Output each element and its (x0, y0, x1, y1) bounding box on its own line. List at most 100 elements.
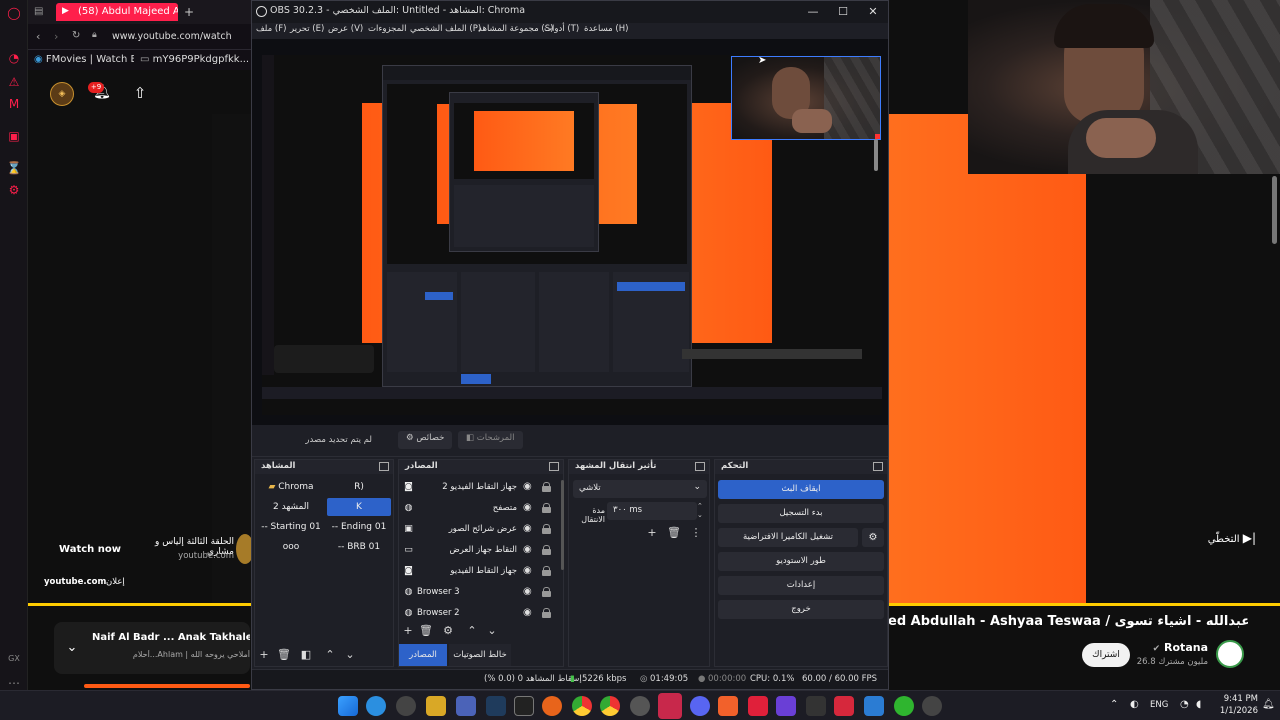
channel-avatar[interactable] (1216, 640, 1244, 668)
move-down-icon[interactable]: ⌄ (485, 624, 499, 638)
lock-icon[interactable] (542, 545, 551, 555)
file-explorer-icon[interactable] (426, 696, 446, 716)
scene-k[interactable]: K (327, 498, 391, 516)
forward-icon[interactable]: › (54, 30, 66, 44)
add-transition-icon[interactable]: + (645, 526, 659, 540)
lock-icon[interactable] (542, 503, 551, 513)
clock-time[interactable]: 9:41 PM (1212, 694, 1258, 706)
properties-button[interactable]: ⚙ خصائص (398, 431, 453, 449)
remove-source-icon[interactable]: 🗑︎ (419, 624, 433, 638)
add-source-icon[interactable]: + (401, 624, 415, 638)
start-recording-button[interactable]: بدء التسجيل (718, 504, 884, 523)
lock-icon[interactable] (542, 482, 551, 492)
scene-ending[interactable]: -- Ending 01 (327, 518, 391, 536)
obs-taskbar-icon[interactable] (396, 696, 416, 716)
source-item[interactable]: ▭ التقاط جهاز العرض ◉ (399, 540, 559, 561)
undock-icon[interactable] (549, 462, 559, 471)
eye-icon[interactable]: ◉ (523, 565, 535, 577)
eye-icon[interactable]: ◉ (523, 586, 535, 598)
xbox-icon[interactable] (894, 696, 914, 716)
settings-icon[interactable]: ⚙ (6, 182, 22, 198)
scene-chroma[interactable]: ▰ Chroma (259, 478, 323, 496)
new-tab-button[interactable]: + (184, 5, 198, 19)
history-icon[interactable]: ⌛ (6, 160, 22, 176)
up-next-card[interactable] (54, 622, 250, 674)
subscribe-button[interactable]: اشتراك (1082, 643, 1130, 667)
opera-logo-icon[interactable]: ◯ (6, 5, 22, 21)
tab-audio-mixer[interactable]: خالط الصوتيات (449, 644, 511, 666)
upload-icon[interactable]: ⇧ (130, 84, 150, 104)
stop-streaming-button[interactable]: ايقاف البث (718, 480, 884, 499)
channel-name[interactable]: ✔ Rotana (1130, 641, 1208, 657)
scene-filters-icon[interactable]: ◧ (299, 648, 313, 662)
lock-icon[interactable] (542, 587, 551, 597)
tab-menu-icon[interactable]: ▤ (34, 6, 46, 18)
messenger-icon[interactable]: M (6, 96, 22, 112)
back-icon[interactable]: ‹ (36, 30, 48, 44)
scene-r[interactable]: R) (327, 478, 391, 496)
ad-domain[interactable]: youtube.com (44, 577, 106, 589)
close-button[interactable]: ✕ (858, 1, 888, 23)
scene-2[interactable]: المشهد 2 (259, 498, 323, 516)
remove-transition-icon[interactable]: 🗑︎ (667, 526, 681, 540)
app-red-icon[interactable] (834, 696, 854, 716)
eye-icon[interactable]: ◉ (523, 544, 535, 556)
steam-icon[interactable] (486, 696, 506, 716)
exit-button[interactable]: خروج (718, 600, 884, 619)
undock-icon[interactable] (873, 462, 883, 471)
page-scrollbar[interactable] (1272, 176, 1277, 244)
move-up-icon[interactable]: ⌃ (323, 648, 337, 662)
app-b-icon[interactable] (748, 696, 768, 716)
more-options-icon[interactable]: ⋮ (689, 526, 703, 540)
menu-view[interactable]: عرض (V) (328, 24, 363, 38)
webcam-source-selected[interactable] (731, 56, 881, 140)
minimize-button[interactable]: — (798, 1, 828, 23)
source-item[interactable]: ◍ Browser 2 ◉ (399, 603, 559, 624)
firefox-icon[interactable] (542, 696, 562, 716)
epic-games-icon[interactable] (514, 696, 534, 716)
clock-date[interactable]: 1/1/2026 (1212, 706, 1258, 718)
menu-docks[interactable]: المجزوءات (368, 24, 407, 38)
eye-icon[interactable]: ◉ (523, 481, 535, 493)
add-scene-icon[interactable]: + (257, 648, 271, 662)
source-item[interactable]: ◍ Browser 3 ◉ (399, 582, 559, 603)
obs-studio-icon[interactable] (630, 696, 650, 716)
preview-scrollbar[interactable] (874, 139, 878, 171)
app-blue-icon[interactable] (864, 696, 884, 716)
maximize-button[interactable]: ☐ (828, 1, 858, 23)
chevron-down-icon[interactable]: ⌄ (62, 640, 82, 656)
scene-ooo[interactable]: ooo (259, 538, 323, 556)
gx-corner-icon[interactable]: ⚠ (6, 74, 22, 90)
tray-app-icon[interactable]: ◐ (1130, 699, 1142, 713)
duration-stepper[interactable]: ⌃ ⌄ (697, 502, 707, 520)
obs-preview-area[interactable]: ➤ (252, 39, 888, 425)
source-properties-icon[interactable]: ⚙ (441, 624, 455, 638)
move-up-icon[interactable]: ⌃ (465, 624, 479, 638)
browser-tab-youtube[interactable]: ▶ (58) Abdul Majeed Abd (56, 3, 178, 21)
undock-icon[interactable] (695, 462, 705, 471)
sources-scrollbar[interactable] (561, 480, 564, 570)
menu-tools[interactable]: أدوات (T) (544, 24, 579, 38)
chrome-2-icon[interactable] (600, 696, 620, 716)
move-down-icon[interactable]: ⌄ (343, 648, 357, 662)
bookmark-item-2[interactable]: ▭ mY96P9Pkdgpfkk... (140, 54, 248, 66)
volume-icon[interactable]: ◖ (1196, 699, 1208, 713)
app-a-icon[interactable] (718, 696, 738, 716)
gx-control-icon[interactable]: ◔ (6, 50, 22, 66)
more-icon[interactable]: … (6, 672, 22, 688)
watch-now-button[interactable]: Watch now (56, 541, 124, 559)
studio-mode-button[interactable]: طور الاستوديو (718, 552, 884, 571)
lock-icon[interactable] (542, 524, 551, 534)
settings-button[interactable]: إعدادات (718, 576, 884, 595)
reload-icon[interactable]: ↻ (72, 30, 84, 44)
language-indicator[interactable]: ENG (1150, 700, 1174, 712)
opera-gx-taskbar-icon[interactable] (658, 693, 682, 719)
lock-icon[interactable] (542, 566, 551, 576)
channel-badge-icon[interactable]: ◈ (50, 82, 74, 106)
scene-starting[interactable]: -- Starting 01 (259, 518, 323, 536)
remove-scene-icon[interactable]: 🗑︎ (277, 648, 291, 662)
twitch-icon[interactable]: ▣ (6, 128, 22, 144)
discord-icon[interactable] (690, 696, 710, 716)
edge-icon[interactable] (366, 696, 386, 716)
app-circle-icon[interactable] (922, 696, 942, 716)
